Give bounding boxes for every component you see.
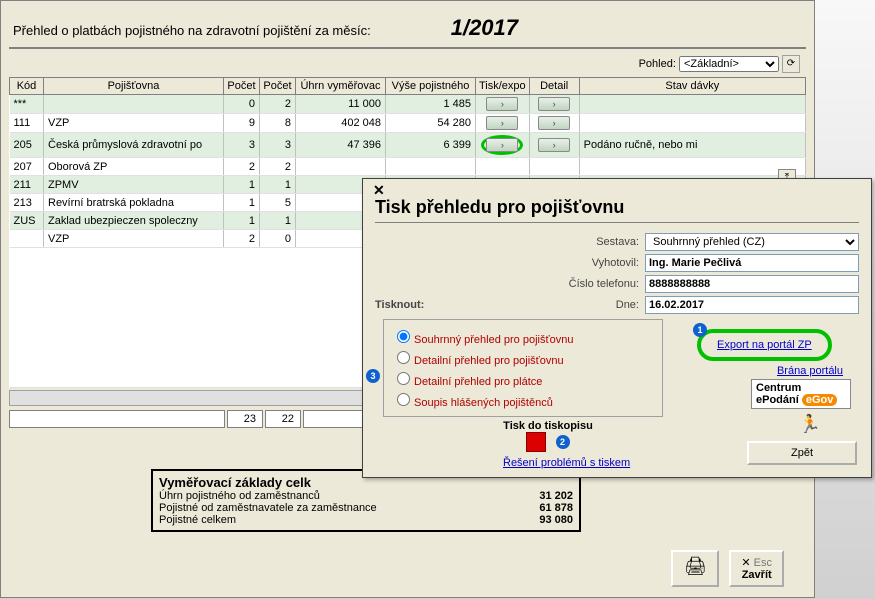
print-button[interactable]: 🖨 xyxy=(671,550,719,587)
badge-1: 1 xyxy=(693,323,707,337)
print-option-4[interactable]: Soupis hlášených pojištěnců xyxy=(392,389,654,410)
summary-row-val: 61 878 xyxy=(493,502,573,514)
total-pocet1: 23 xyxy=(227,410,263,428)
table-row[interactable]: ***0211 0001 485›› xyxy=(10,95,806,114)
col-uhrn[interactable]: Úhrn vyměřovac xyxy=(296,78,386,95)
runner-icon: 🏃 xyxy=(799,414,821,435)
arrow-button[interactable]: › xyxy=(486,97,518,111)
centrum-epodani[interactable]: Centrum ePodání eGov xyxy=(751,379,851,409)
print-options-group: Souhrnný přehled pro pojišťovnu Detailní… xyxy=(383,319,663,417)
col-detail[interactable]: Detail xyxy=(529,78,579,95)
vyhotovil-label: Vyhotovil: xyxy=(375,257,645,269)
tel-input[interactable] xyxy=(645,275,859,293)
dne-input[interactable] xyxy=(645,296,859,314)
arrow-button[interactable]: › xyxy=(538,116,570,130)
dne-label: Dne: xyxy=(415,299,645,311)
export-block: 1 Export na portál ZP Brána portálu xyxy=(697,329,857,381)
table-row[interactable]: 111VZP98402 04854 280›› xyxy=(10,114,806,133)
dialog-title: Tisk přehledu pro pojišťovnu xyxy=(375,197,859,223)
zavrit-label: Zavřít xyxy=(742,569,772,581)
refresh-icon[interactable]: ⟳ xyxy=(782,55,800,73)
zpet-button[interactable]: Zpět xyxy=(747,441,857,465)
close-x-icon: ✕ xyxy=(741,557,750,569)
arrow-button[interactable]: › xyxy=(538,138,570,152)
brana-portal-link[interactable]: Brána portálu xyxy=(697,361,857,381)
tisk-do-tiskopisu[interactable]: Tisk do tiskopisu 2 xyxy=(503,420,593,452)
arrow-button[interactable]: › xyxy=(486,116,518,130)
esc-label: Esc xyxy=(754,557,772,569)
summary-row-label: Pojistné od zaměstnavatele za zaměstnanc… xyxy=(159,502,377,514)
pohled-label: Pohled: xyxy=(639,58,676,70)
export-portal-link[interactable]: Export na portál ZP xyxy=(711,335,818,355)
summary-row-label: Úhrn pojistného od zaměstnanců xyxy=(159,490,320,502)
pohled-row: Pohled: <Základní> ⟳ xyxy=(9,53,806,77)
col-pojistovna[interactable]: Pojišťovna xyxy=(44,78,224,95)
page-title: Přehled o platbách pojistného na zdravot… xyxy=(13,23,371,38)
badge-3: 3 xyxy=(366,369,380,383)
export-highlight: Export na portál ZP xyxy=(697,329,832,361)
summary-row-label: Pojistné celkem xyxy=(159,514,236,526)
print-option-3[interactable]: 3 Detailní přehled pro plátce xyxy=(392,368,654,389)
arrow-button[interactable]: › xyxy=(538,97,570,111)
table-row[interactable]: 207Oborová ZP22 xyxy=(10,158,806,176)
close-button[interactable]: ✕ Esc Zavřít xyxy=(729,550,784,587)
summary-box: Vyměřovací základy celk Úhrn pojistného … xyxy=(151,469,581,532)
col-pocet1[interactable]: Počet xyxy=(224,78,260,95)
print-dialog: ✕ Tisk přehledu pro pojišťovnu Sestava: … xyxy=(362,178,872,478)
badge-2: 2 xyxy=(556,435,570,449)
col-pocet2[interactable]: Počet xyxy=(260,78,296,95)
sestava-select[interactable]: Souhrnný přehled (CZ) xyxy=(645,233,859,251)
print-option-1[interactable]: Souhrnný přehled pro pojišťovnu xyxy=(392,326,654,347)
arrow-button[interactable]: › xyxy=(486,138,518,152)
summary-row-val: 93 080 xyxy=(493,514,573,526)
print-option-2[interactable]: Detailní přehled pro pojišťovnu xyxy=(392,347,654,368)
printer-icon: 🖨 xyxy=(684,556,707,576)
dialog-close-button[interactable]: ✕ xyxy=(367,181,391,200)
col-vyse[interactable]: Výše pojistného xyxy=(386,78,476,95)
col-tisk[interactable]: Tisk/expo xyxy=(476,78,530,95)
table-header-row: Kód Pojišťovna Počet Počet Úhrn vyměřova… xyxy=(10,78,806,95)
total-pocet2: 22 xyxy=(265,410,301,428)
vyhotovil-input[interactable] xyxy=(645,254,859,272)
pohled-select[interactable]: <Základní> xyxy=(679,56,779,72)
tisknout-label: Tisknout: xyxy=(375,299,415,311)
page-period: 1/2017 xyxy=(451,15,518,41)
col-stav[interactable]: Stav dávky xyxy=(579,78,805,95)
bottom-buttons: 🖨 ✕ Esc Zavřít xyxy=(671,550,784,587)
tel-label: Číslo telefonu: xyxy=(375,278,645,290)
table-row[interactable]: 205Česká průmyslová zdravotní po3347 396… xyxy=(10,133,806,158)
pdf-icon xyxy=(526,432,546,452)
sestava-label: Sestava: xyxy=(375,236,645,248)
reseni-problemu-link[interactable]: Řešení problémů s tiskem xyxy=(503,457,630,469)
summary-row-val: 31 202 xyxy=(493,490,573,502)
title-bar: Přehled o platbách pojistného na zdravot… xyxy=(9,7,806,49)
col-kod[interactable]: Kód xyxy=(10,78,44,95)
